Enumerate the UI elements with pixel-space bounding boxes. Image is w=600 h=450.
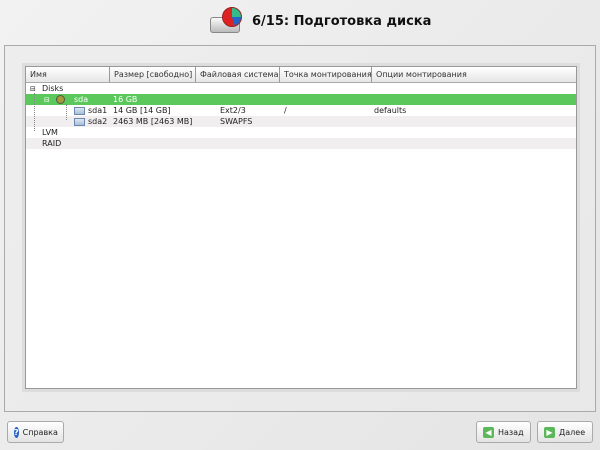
- column-options[interactable]: Опции монтирования: [372, 67, 576, 82]
- table-header: Имя Размер [свободно] Файловая система Т…: [26, 67, 576, 83]
- row-filesystem: SWAPFS: [220, 117, 253, 126]
- row-size: 2463 MB [2463 MB]: [113, 117, 193, 126]
- row-filesystem: Ext2/3: [220, 106, 246, 115]
- row-size: 16 GB: [113, 95, 138, 104]
- page-header: 6/15: Подготовка диска: [210, 4, 431, 38]
- row-name: sda2: [88, 117, 108, 126]
- next-label: Далее: [559, 427, 586, 437]
- tree-line: [66, 104, 67, 120]
- tree-row-sda1[interactable]: sda1 14 GB [14 GB] Ext2/3 / defaults: [26, 105, 576, 116]
- disk-partition-icon: [210, 7, 244, 35]
- column-mountpoint[interactable]: Точка монтирования: [280, 67, 372, 82]
- next-button[interactable]: ▶ Далее: [537, 421, 593, 443]
- row-name: LVM: [42, 128, 58, 137]
- help-label: Справка: [22, 427, 58, 437]
- main-frame: Имя Размер [свободно] Файловая система Т…: [4, 45, 596, 412]
- help-button[interactable]: ? Справка: [7, 421, 64, 443]
- column-name[interactable]: Имя: [26, 67, 110, 82]
- column-filesystem[interactable]: Файловая система: [196, 67, 280, 82]
- tree-row-sda2[interactable]: sda2 2463 MB [2463 MB] SWAPFS: [26, 116, 576, 127]
- row-name: RAID: [42, 139, 62, 148]
- column-size[interactable]: Размер [свободно]: [110, 67, 196, 82]
- partition-icon: [74, 117, 85, 126]
- row-mountpoint: /: [284, 106, 287, 115]
- arrow-left-icon: ◀: [483, 426, 494, 438]
- row-size: 14 GB [14 GB]: [113, 106, 171, 115]
- row-options: defaults: [374, 106, 407, 115]
- tree-line: [34, 93, 35, 131]
- help-icon: ?: [14, 426, 19, 438]
- collapse-icon[interactable]: ⊟: [44, 96, 50, 104]
- partition-icon: [74, 106, 85, 115]
- hard-disk-icon: [56, 95, 65, 104]
- tree-row-raid[interactable]: RAID: [26, 138, 576, 149]
- row-name: Disks: [42, 84, 64, 93]
- back-label: Назад: [498, 427, 524, 437]
- arrow-right-icon: ▶: [544, 426, 555, 438]
- row-name: sda1: [88, 106, 108, 115]
- back-button[interactable]: ◀ Назад: [476, 421, 531, 443]
- row-name: sda: [74, 95, 89, 104]
- tree-row-sda[interactable]: ⊟ sda 16 GB: [26, 94, 576, 105]
- partition-table[interactable]: Имя Размер [свободно] Файловая система Т…: [25, 66, 577, 389]
- collapse-icon[interactable]: ⊟: [30, 85, 36, 93]
- tree-row-lvm[interactable]: LVM: [26, 127, 576, 138]
- tree-row-disks[interactable]: ⊟ Disks: [26, 83, 576, 94]
- page-title: 6/15: Подготовка диска: [252, 13, 432, 29]
